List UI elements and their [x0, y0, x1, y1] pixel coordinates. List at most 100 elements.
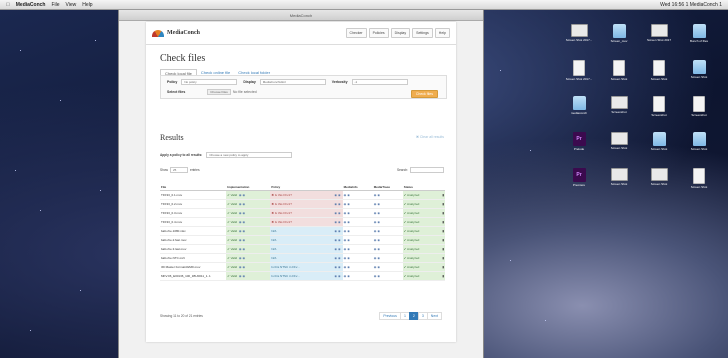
mediatrace-cell[interactable]: ◉◉ — [372, 244, 403, 254]
implementation-cell[interactable]: ✔ Valid ◉◉ — [226, 190, 271, 200]
policy-actions-icon[interactable]: ◉◉ — [334, 211, 341, 215]
mediatrace-cell[interactable]: ◉◉ — [372, 208, 403, 218]
mediatrace-view-icon[interactable]: ◉◉ — [374, 265, 381, 269]
mediatrace-cell[interactable]: ◉◉ — [372, 217, 403, 227]
implementation-cell[interactable]: ✔ Valid ◉◉ — [226, 235, 271, 245]
table-row[interactable]: 3D Master Format4GMD.mov ✔ Valid ◉◉ Is thi… — [160, 262, 445, 272]
mediatrace-cell[interactable]: ◉◉ — [372, 190, 403, 200]
mediatrace-cell[interactable]: ◉◉ — [372, 235, 403, 245]
delete-row-icon[interactable]: ▮ — [442, 265, 444, 269]
mediatrace-view-icon[interactable]: ◉◉ — [374, 229, 381, 233]
table-row[interactable]: MKV.06_E00136_100_1BU0011_1..1 ✔ Valid ◉◉… — [160, 271, 445, 281]
policy-actions-icon[interactable]: ◉◉ — [334, 220, 341, 224]
desktop-icon[interactable]: Screen Shot 2017 — [644, 24, 674, 42]
mediainfo-cell[interactable]: ◉◉ — [342, 199, 373, 209]
policy-cell[interactable]: ✖ Is this FFv1? ◉◉ — [270, 190, 343, 200]
implementation-actions-icon[interactable]: ◉◉ — [237, 211, 246, 215]
mediainfo-view-icon[interactable]: ◉◉ — [344, 238, 351, 242]
desktop-icon[interactable]: Screen Shot — [644, 168, 674, 186]
nav-policies[interactable]: Policies — [368, 28, 389, 38]
mediainfo-view-icon[interactable]: ◉◉ — [344, 211, 351, 215]
policy-actions-icon[interactable]: ◉◉ — [334, 193, 341, 197]
implementation-cell[interactable]: ✔ Valid ◉◉ — [226, 208, 271, 218]
mediainfo-view-icon[interactable]: ◉◉ — [344, 229, 351, 233]
mediatrace-view-icon[interactable]: ◉◉ — [374, 247, 381, 251]
page-previous[interactable]: Previous — [379, 312, 401, 320]
choose-files-button[interactable]: Choose Files — [207, 89, 231, 95]
verbosity-select[interactable]: -1 — [351, 79, 408, 85]
desktop-icon[interactable]: Screen Shot 2017... — [564, 60, 594, 81]
delete-row-icon[interactable]: ▮ — [442, 247, 444, 251]
desktop-icon[interactable]: Screen Shot — [604, 60, 634, 81]
delete-row-icon[interactable]: ▮ — [442, 238, 444, 242]
desktop-icon[interactable]: Screenshot — [604, 96, 634, 114]
nav-help[interactable]: Help — [434, 28, 450, 38]
table-row[interactable]: TFF33_0.3.mov ✔ Valid ◉◉ ✖ Is this FFv1? ◉◉… — [160, 208, 445, 218]
implementation-cell[interactable]: ✔ Valid ◉◉ — [226, 262, 271, 272]
table-row[interactable]: bafs.rbe.2.fast.mov ✔ Valid ◉◉ N/A ◉◉ ◉◉ ◉◉ ✔ … — [160, 235, 445, 245]
implementation-actions-icon[interactable]: ◉◉ — [237, 202, 246, 206]
mediatrace-cell[interactable]: ◉◉ — [372, 262, 403, 272]
mediainfo-view-icon[interactable]: ◉◉ — [344, 265, 351, 269]
mediatrace-view-icon[interactable]: ◉◉ — [374, 202, 381, 206]
mediainfo-cell[interactable]: ◉◉ — [342, 235, 373, 245]
delete-row-icon[interactable]: ▮ — [442, 211, 444, 215]
mediainfo-cell[interactable]: ◉◉ — [342, 253, 373, 263]
nav-settings[interactable]: Settings — [412, 28, 433, 38]
brand-logo[interactable]: MediaConch — [152, 29, 200, 37]
mediainfo-cell[interactable]: ◉◉ — [342, 226, 373, 236]
implementation-cell[interactable]: ✔ Valid ◉◉ — [226, 244, 271, 254]
desktop-icon[interactable]: Screen Shot — [604, 132, 634, 150]
mediatrace-cell[interactable]: ◉◉ — [372, 271, 403, 281]
mediatrace-cell[interactable]: ◉◉ — [372, 253, 403, 263]
policy-select[interactable]: No policy — [181, 79, 238, 85]
implementation-actions-icon[interactable]: ◉◉ — [237, 193, 246, 197]
policy-cell[interactable]: ✖ Is this FFv1? ◉◉ — [270, 208, 343, 218]
policy-actions-icon[interactable]: ◉◉ — [334, 265, 341, 269]
desktop-icon[interactable]: Screen Shot — [684, 168, 714, 189]
apple-icon[interactable]:  — [6, 2, 10, 8]
delete-row-icon[interactable]: ▮ — [442, 193, 444, 197]
clear-all-results-button[interactable]: ✖ Clear all results — [416, 135, 444, 139]
implementation-actions-icon[interactable]: ◉◉ — [237, 220, 246, 224]
mediainfo-view-icon[interactable]: ◉◉ — [344, 193, 351, 197]
nav-display[interactable]: Display — [390, 28, 411, 38]
mediatrace-cell[interactable]: ◉◉ — [372, 199, 403, 209]
desktop-icon[interactable]: Screen Shot — [644, 60, 674, 81]
table-row[interactable]: TFF33_0.1.mov ✔ Valid ◉◉ ✖ Is this FFv1? ◉◉… — [160, 190, 445, 200]
desktop-icon[interactable]: Bunch of files — [684, 24, 714, 43]
policy-cell[interactable]: N/A ◉◉ — [270, 235, 343, 245]
table-row[interactable]: bafs.rbe.3.last.mov ✔ Valid ◉◉ N/A ◉◉ ◉◉ ◉◉ ✔ … — [160, 244, 445, 254]
desktop-icon[interactable]: Pr Prelude — [564, 132, 594, 151]
mediatrace-view-icon[interactable]: ◉◉ — [374, 211, 381, 215]
nav-checker[interactable]: Checker — [345, 28, 367, 38]
mediainfo-view-icon[interactable]: ◉◉ — [344, 256, 351, 260]
mediainfo-cell[interactable]: ◉◉ — [342, 190, 373, 200]
table-row[interactable]: bafs.rbe.NTC.m2t ✔ Valid ◉◉ N/A ◉◉ ◉◉ ◉◉ ✔ Ana… — [160, 253, 445, 263]
policy-actions-icon[interactable]: ◉◉ — [334, 202, 341, 206]
policy-actions-icon[interactable]: ◉◉ — [334, 238, 341, 242]
mediatrace-view-icon[interactable]: ◉◉ — [374, 193, 381, 197]
desktop-icon[interactable]: Screen Shot — [684, 60, 714, 79]
mediainfo-view-icon[interactable]: ◉◉ — [344, 220, 351, 224]
implementation-cell[interactable]: ✔ Valid ◉◉ — [226, 253, 271, 263]
desktop-icon[interactable]: Screen Shot — [644, 132, 674, 151]
desktop-icon[interactable]: Screen Shot 2017... — [564, 24, 594, 42]
app-menu-name[interactable]: MediaConch — [16, 2, 46, 8]
mediatrace-cell[interactable]: ◉◉ — [372, 226, 403, 236]
implementation-actions-icon[interactable]: ◉◉ — [237, 274, 246, 278]
policy-cell[interactable]: ✖ Is this FFv1? ◉◉ — [270, 217, 343, 227]
policy-actions-icon[interactable]: ◉◉ — [334, 247, 341, 251]
table-row[interactable]: TFF33_0.4.mov ✔ Valid ◉◉ ✖ Is this FFv1? ◉◉… — [160, 217, 445, 227]
delete-row-icon[interactable]: ▮ — [442, 229, 444, 233]
entries-select[interactable]: 25 — [169, 167, 188, 173]
implementation-cell[interactable]: ✔ Valid ◉◉ — [226, 226, 271, 236]
implementation-cell[interactable]: ✔ Valid ◉◉ — [226, 271, 271, 281]
check-files-button[interactable]: Check files — [410, 90, 438, 98]
implementation-actions-icon[interactable]: ◉◉ — [237, 238, 246, 242]
implementation-actions-icon[interactable]: ◉◉ — [237, 247, 246, 251]
policy-cell[interactable]: N/A ◉◉ — [270, 226, 343, 236]
table-row[interactable]: bafs.rbe.1080.mkv ✔ Valid ◉◉ N/A ◉◉ ◉◉ ◉◉ ✔ An… — [160, 226, 445, 236]
mediainfo-view-icon[interactable]: ◉◉ — [344, 274, 351, 278]
mediainfo-cell[interactable]: ◉◉ — [342, 217, 373, 227]
